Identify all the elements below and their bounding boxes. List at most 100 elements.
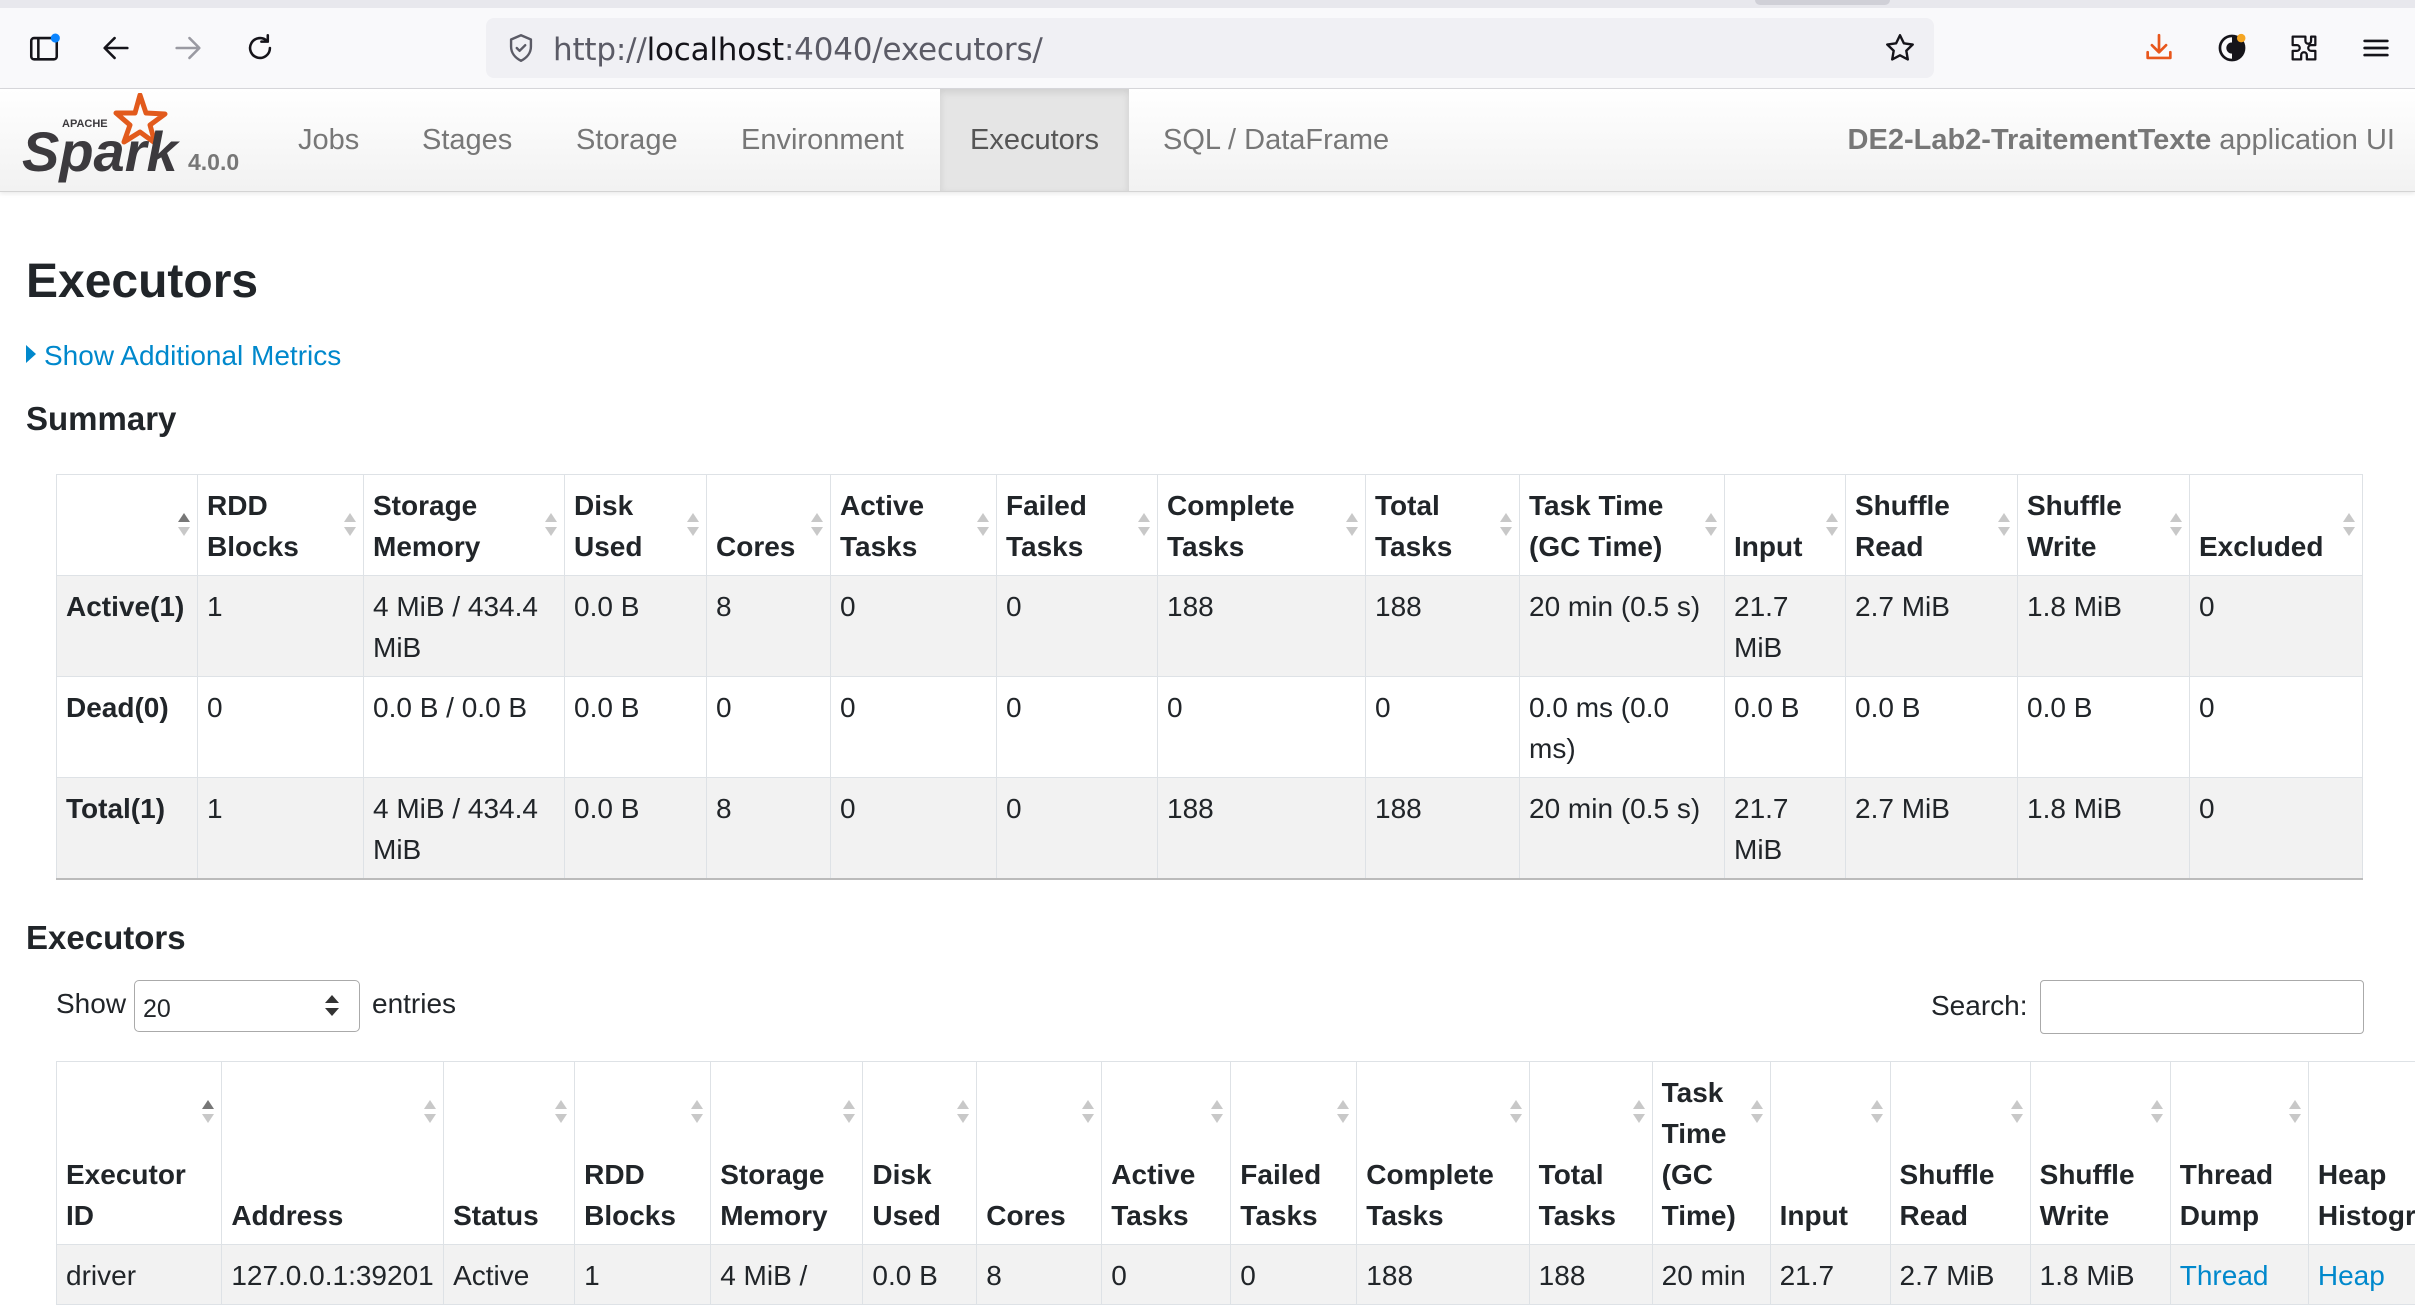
column-header-rdd-blocks[interactable]: RDD Blocks bbox=[575, 1062, 711, 1245]
spark-logo[interactable]: APACHE Spark 4.0.0 bbox=[22, 93, 272, 189]
column-header-task-time-gc-time[interactable]: Task Time (GC Time) bbox=[1520, 475, 1725, 576]
tab-sql-dataframe[interactable]: SQL / DataFrame bbox=[1133, 89, 1419, 191]
sort-arrows-icon bbox=[1346, 511, 1356, 545]
reload-icon[interactable] bbox=[234, 22, 286, 74]
column-header-address[interactable]: Address bbox=[222, 1062, 444, 1245]
sort-arrows-icon bbox=[178, 511, 188, 545]
column-header-thread-dump[interactable]: Thread Dump bbox=[2170, 1062, 2308, 1245]
column-header-disk-used[interactable]: Disk Used bbox=[565, 475, 707, 576]
column-header-rdd-blocks[interactable]: RDD Blocks bbox=[198, 475, 364, 576]
tab-executors[interactable]: Executors bbox=[940, 89, 1129, 191]
table-cell: 188 bbox=[1158, 576, 1366, 677]
column-header-label: RDD Blocks bbox=[584, 1159, 676, 1231]
thread-dump-link[interactable]: Thread bbox=[2180, 1260, 2269, 1291]
column-header-label: Complete Tasks bbox=[1167, 490, 1295, 562]
table-cell: 21.7 MiB bbox=[1725, 778, 1846, 880]
table-cell: 188 bbox=[1158, 778, 1366, 880]
downloads-icon[interactable] bbox=[2133, 22, 2185, 74]
back-icon[interactable] bbox=[90, 22, 142, 74]
table-row: driver127.0.0.1:39201Active14 MiB /0.0 B… bbox=[57, 1245, 2415, 1305]
column-header-failed-tasks[interactable]: Failed Tasks bbox=[1231, 1062, 1357, 1245]
table-cell: driver bbox=[57, 1245, 222, 1305]
bookmark-star-icon[interactable] bbox=[1882, 30, 1918, 66]
sort-arrows-icon bbox=[545, 511, 555, 545]
table-cell: 0 bbox=[1158, 677, 1366, 778]
tab-strip bbox=[0, 0, 2415, 8]
column-header-storage-memory[interactable]: Storage Memory bbox=[711, 1062, 863, 1245]
column-header-active-tasks[interactable]: Active Tasks bbox=[831, 475, 997, 576]
table-cell: 0.0 B bbox=[565, 677, 707, 778]
column-header-complete-tasks[interactable]: Complete Tasks bbox=[1158, 475, 1366, 576]
column-header-shuffle-read[interactable]: Shuffle Read bbox=[1846, 475, 2018, 576]
column-header-status[interactable]: Status bbox=[444, 1062, 575, 1245]
column-header-shuffle-read[interactable]: Shuffle Read bbox=[1890, 1062, 2030, 1245]
column-header-complete-tasks[interactable]: Complete Tasks bbox=[1357, 1062, 1529, 1245]
menu-icon[interactable] bbox=[2350, 22, 2402, 74]
column-header-cores[interactable]: Cores bbox=[707, 475, 831, 576]
column-header-shuffle-write[interactable]: Shuffle Write bbox=[2018, 475, 2190, 576]
url-path: :4040/executors/ bbox=[784, 32, 1043, 68]
column-header-excluded[interactable]: Excluded bbox=[2190, 475, 2363, 576]
table-cell: Thread bbox=[2170, 1245, 2308, 1305]
sort-arrows-icon bbox=[344, 511, 354, 545]
table-cell: 188 bbox=[1366, 778, 1520, 880]
column-header-corner[interactable] bbox=[57, 475, 198, 576]
column-header-input[interactable]: Input bbox=[1770, 1062, 1890, 1245]
column-header-cores[interactable]: Cores bbox=[977, 1062, 1102, 1245]
column-header-disk-used[interactable]: Disk Used bbox=[863, 1062, 977, 1245]
column-header-storage-memory[interactable]: Storage Memory bbox=[364, 475, 565, 576]
column-header-label: Failed Tasks bbox=[1006, 490, 1087, 562]
executors-heading: Executors bbox=[26, 919, 186, 957]
column-header-total-tasks[interactable]: Total Tasks bbox=[1529, 1062, 1652, 1245]
table-cell: 20 min (0.5 s) bbox=[1520, 576, 1725, 677]
column-header-heap-histogram[interactable]: Heap Histogram bbox=[2308, 1062, 2415, 1245]
sort-arrows-icon bbox=[691, 1098, 701, 1132]
page-size-select[interactable]: 20 bbox=[134, 980, 360, 1032]
tab-storage[interactable]: Storage bbox=[546, 89, 708, 191]
sort-arrows-icon bbox=[1211, 1098, 1221, 1132]
url-text[interactable]: http://localhost:4040/executors/ bbox=[553, 32, 1043, 68]
column-header-executor-id[interactable]: Executor ID bbox=[57, 1062, 222, 1245]
column-header-label: Status bbox=[453, 1200, 539, 1231]
table-cell: 0 bbox=[1231, 1245, 1357, 1305]
table-cell: 0 bbox=[2190, 677, 2363, 778]
column-header-task-time-gc-time[interactable]: Task Time (GC Time) bbox=[1652, 1062, 1770, 1245]
sort-arrows-icon bbox=[555, 1098, 565, 1132]
address-bar[interactable]: http://localhost:4040/executors/ bbox=[486, 18, 1934, 78]
table-cell: 0 bbox=[2190, 576, 2363, 677]
account-icon[interactable] bbox=[2206, 22, 2258, 74]
shield-icon[interactable] bbox=[504, 31, 538, 65]
url-scheme: http:// bbox=[553, 32, 647, 68]
column-header-failed-tasks[interactable]: Failed Tasks bbox=[997, 475, 1158, 576]
column-header-label: Shuffle Write bbox=[2027, 490, 2122, 562]
sidebar-toggle-icon[interactable] bbox=[18, 22, 70, 74]
heap-histogram-link[interactable]: Heap bbox=[2318, 1260, 2385, 1291]
entries-label: entries bbox=[372, 988, 456, 1020]
table-cell: 4 MiB / 434.4 MiB bbox=[364, 778, 565, 880]
table-cell: 0.0 B bbox=[565, 778, 707, 880]
column-header-shuffle-write[interactable]: Shuffle Write bbox=[2030, 1062, 2170, 1245]
table-cell: 188 bbox=[1366, 576, 1520, 677]
table-cell: 20 min (0.5 s) bbox=[1520, 778, 1725, 880]
column-header-label: Shuffle Read bbox=[1900, 1159, 1995, 1231]
sort-arrows-icon bbox=[1633, 1098, 1643, 1132]
column-header-label: Task Time (GC Time) bbox=[1529, 490, 1663, 562]
sort-arrows-icon bbox=[2289, 1098, 2299, 1132]
tab-environment[interactable]: Environment bbox=[711, 89, 934, 191]
column-header-input[interactable]: Input bbox=[1725, 475, 1846, 576]
tab-stages[interactable]: Stages bbox=[392, 89, 542, 191]
table-cell: 2.7 MiB bbox=[1846, 778, 2018, 880]
column-header-label: Input bbox=[1780, 1200, 1848, 1231]
show-additional-metrics-toggle[interactable]: Show Additional Metrics bbox=[26, 340, 341, 372]
tab-indicator[interactable] bbox=[1755, 0, 1890, 5]
tab-jobs[interactable]: Jobs bbox=[268, 89, 389, 191]
column-header-active-tasks[interactable]: Active Tasks bbox=[1102, 1062, 1231, 1245]
summary-header-row: RDD BlocksStorage MemoryDisk UsedCoresAc… bbox=[57, 475, 2363, 576]
search-input[interactable] bbox=[2040, 980, 2364, 1034]
forward-icon[interactable] bbox=[162, 22, 214, 74]
column-header-label: Task Time (GC Time) bbox=[1662, 1077, 1736, 1231]
sort-arrows-icon bbox=[1138, 511, 1148, 545]
sort-arrows-icon bbox=[1751, 1098, 1761, 1132]
extensions-icon[interactable] bbox=[2278, 22, 2330, 74]
column-header-total-tasks[interactable]: Total Tasks bbox=[1366, 475, 1520, 576]
